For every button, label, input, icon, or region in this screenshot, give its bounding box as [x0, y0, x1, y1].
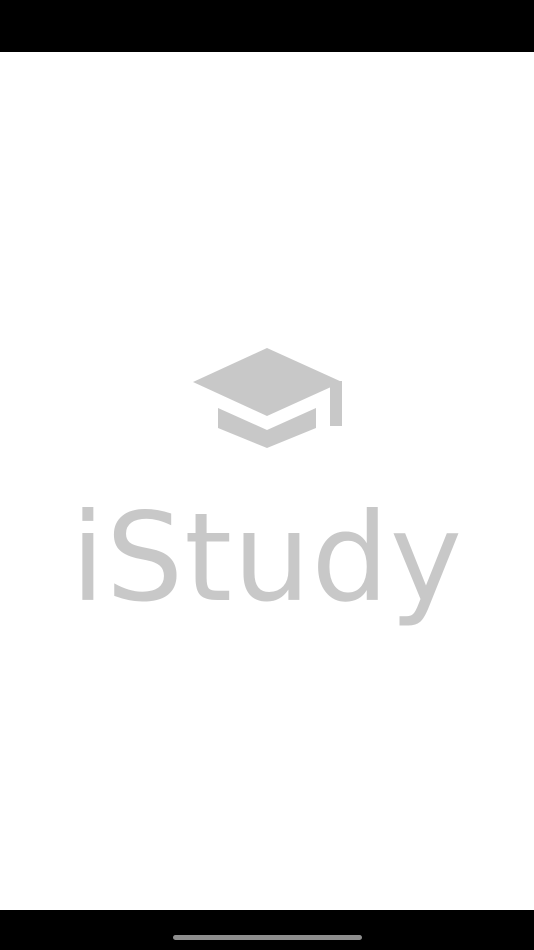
status-bar — [0, 0, 534, 52]
app-name-logo-text: iStudy — [70, 487, 464, 629]
home-indicator[interactable] — [173, 935, 362, 940]
splash-background — [0, 52, 534, 910]
graduation-cap-icon — [193, 348, 342, 448]
bottom-system-bar — [0, 910, 534, 950]
launch-screen: iStudy — [0, 0, 534, 950]
